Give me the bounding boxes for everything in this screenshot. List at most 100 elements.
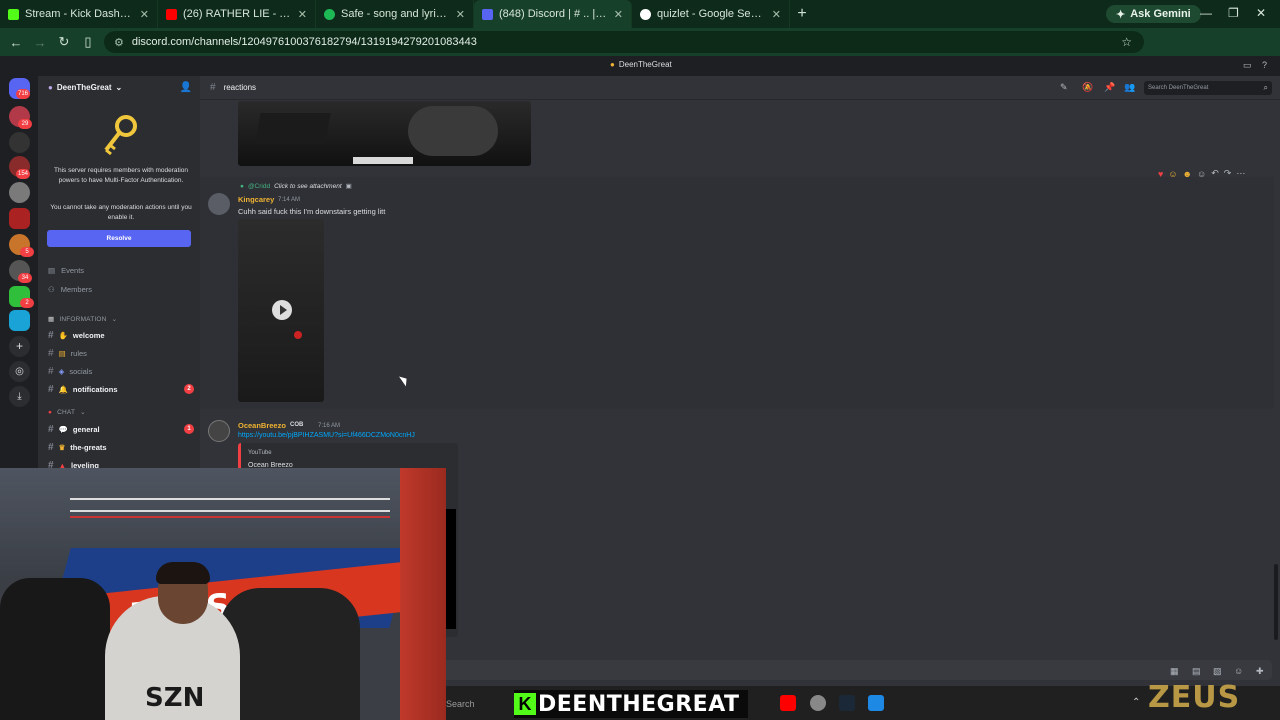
laugh-reaction-icon[interactable]: ☺	[1168, 169, 1177, 179]
chevron-up-icon[interactable]: ⌃	[1132, 697, 1140, 708]
forward-icon[interactable]: →	[28, 35, 52, 50]
bookmark-star-icon[interactable]: ☆	[1121, 35, 1132, 49]
avatar[interactable]	[208, 420, 230, 442]
steam-icon[interactable]	[839, 695, 855, 711]
chat-scrollbar[interactable]	[1274, 564, 1278, 640]
close-icon[interactable]: ✕	[772, 8, 781, 21]
minimize-icon[interactable]: —	[1200, 6, 1212, 20]
category-label: CHAT	[57, 408, 76, 416]
add-reaction-icon[interactable]: ☺	[1197, 169, 1206, 179]
close-icon[interactable]: ✕	[614, 8, 623, 21]
close-icon[interactable]: ✕	[298, 8, 307, 21]
gif-icon[interactable]: ▤	[1192, 666, 1201, 677]
sticker-icon[interactable]: ▧	[1213, 666, 1222, 677]
youtube-icon[interactable]	[780, 695, 796, 711]
image-attachment[interactable]	[238, 101, 531, 166]
kick-icon	[8, 8, 19, 20]
app-icon[interactable]	[810, 695, 826, 711]
crown-icon: ♛	[58, 443, 66, 452]
server-badge: 5	[20, 247, 34, 257]
emoji-icon[interactable]: ☺	[1234, 666, 1243, 676]
forward-icon[interactable]: ↷	[1224, 168, 1232, 179]
ask-gemini-button[interactable]: ✦ Ask Gemini	[1106, 5, 1201, 23]
video-attachment[interactable]	[238, 219, 324, 402]
sidebar-item-members[interactable]: ⚇ Members	[48, 285, 92, 294]
server-icon[interactable]	[9, 132, 30, 153]
hash-icon: #	[210, 82, 216, 93]
channel-label: rules	[70, 349, 87, 358]
close-icon[interactable]: ✕	[456, 8, 465, 21]
message-link[interactable]: https://youtu.be/pjBPIHZASMU?si=Uf466DCZ…	[238, 432, 415, 439]
channel-notifications[interactable]: # 🔔 notifications 2	[48, 384, 194, 395]
category-chat[interactable]: ● CHAT ⌄	[48, 408, 86, 417]
channel-the-greats[interactable]: # ♛ the-greats	[48, 442, 194, 453]
sidebar-item-events[interactable]: ▤ Events	[48, 266, 84, 275]
tab-title: quizlet - Google Search	[657, 8, 766, 20]
server-status-icon: ●	[48, 83, 53, 92]
member-list-icon[interactable]: 👥	[1124, 82, 1135, 93]
browser-tab-youtube[interactable]: (26) RATHER LIE - YouTube ✕	[158, 0, 316, 28]
more-icon[interactable]: ⋯	[1236, 168, 1245, 179]
inbox-icon[interactable]: ▭	[1243, 60, 1252, 71]
url-field[interactable]: ⚙ discord.com/channels/12049761003761827…	[104, 31, 1144, 53]
message-author[interactable]: Kingcarey	[238, 195, 274, 204]
speech-icon: 💬	[58, 425, 68, 434]
role-tag: COB	[290, 422, 304, 428]
browser-tab-spotify[interactable]: Safe - song and lyrics by Drü O ✕	[316, 0, 474, 28]
threads-icon[interactable]: ✎	[1060, 82, 1068, 93]
browser-tab-discord[interactable]: (848) Discord | # .. | reactions ✕	[474, 0, 632, 28]
site-info-icon[interactable]: ⚙	[114, 36, 124, 49]
members-icon: ⚇	[48, 285, 55, 294]
heart-reaction-icon[interactable]: ♥	[1158, 169, 1163, 179]
add-server-icon[interactable]: +	[9, 336, 30, 357]
category-information[interactable]: ▦ INFORMATION ⌄	[48, 315, 117, 324]
play-icon[interactable]	[272, 300, 292, 320]
app-icon[interactable]	[868, 695, 884, 711]
embed-provider: YouTube	[248, 450, 272, 456]
image-detail	[255, 113, 331, 143]
server-icon[interactable]	[9, 182, 30, 203]
message-author[interactable]: OceanBreezo	[238, 421, 286, 430]
taskbar-search[interactable]: Search	[440, 695, 520, 713]
search-input[interactable]: Search DeenTheGreat ⌕	[1144, 81, 1272, 95]
channel-rules[interactable]: # ▤ rules	[48, 348, 194, 359]
reply-reference[interactable]: ● @Cridd Click to see attachment ▣	[240, 182, 352, 191]
pin-icon[interactable]: 📌	[1104, 82, 1115, 93]
apps-icon[interactable]: ✚	[1256, 666, 1264, 677]
laugh-reaction-icon[interactable]: ☻	[1183, 169, 1192, 179]
tab-title: Safe - song and lyrics by Drü O	[341, 8, 450, 20]
chevron-down-icon: ⌄	[115, 83, 123, 92]
new-tab-button[interactable]: +	[790, 5, 814, 23]
resolve-button[interactable]: Resolve	[47, 230, 191, 247]
mention-badge: 2	[184, 384, 194, 394]
chevron-down-icon: ⌄	[80, 409, 86, 416]
channel-label: welcome	[72, 331, 105, 340]
channel-socials[interactable]: # ◈ socials	[48, 366, 194, 377]
server-icon[interactable]	[9, 310, 30, 331]
channel-general[interactable]: # 💬 general 1	[48, 424, 194, 435]
reload-icon[interactable]: ↻	[52, 34, 76, 50]
browser-tab-kick[interactable]: Stream - Kick Dashboard ✕	[0, 0, 158, 28]
reply-icon[interactable]: ↶	[1211, 168, 1219, 179]
download-icon[interactable]: ⤓	[9, 386, 30, 407]
window-close-icon[interactable]: ✕	[1256, 6, 1266, 20]
invite-people-icon[interactable]: 👤	[180, 82, 192, 93]
close-icon[interactable]: ✕	[140, 8, 149, 21]
explore-icon[interactable]: ◎	[9, 361, 30, 382]
maximize-icon[interactable]: ❐	[1228, 6, 1239, 20]
server-title: ● DeenTheGreat	[610, 60, 672, 69]
channel-welcome[interactable]: # ✋ welcome	[48, 330, 194, 341]
key-icon	[104, 115, 137, 156]
mute-icon[interactable]: 🔕	[1082, 82, 1093, 93]
gift-icon[interactable]: ▦	[1170, 666, 1179, 677]
server-name-header[interactable]: ● DeenTheGreat ⌄	[48, 83, 122, 92]
server-icon[interactable]	[9, 208, 30, 229]
sidebar-toggle-icon[interactable]: ▯	[76, 34, 100, 50]
back-icon[interactable]: ←	[4, 35, 28, 50]
mfa-warning-text: You cannot take any moderation actions u…	[50, 204, 192, 221]
avatar[interactable]	[208, 193, 230, 215]
gemini-icon: ✦	[1116, 8, 1126, 21]
browser-tab-google[interactable]: quizlet - Google Search ✕	[632, 0, 790, 28]
help-icon[interactable]: ?	[1262, 60, 1267, 70]
bell-icon: 🔔	[58, 385, 68, 394]
